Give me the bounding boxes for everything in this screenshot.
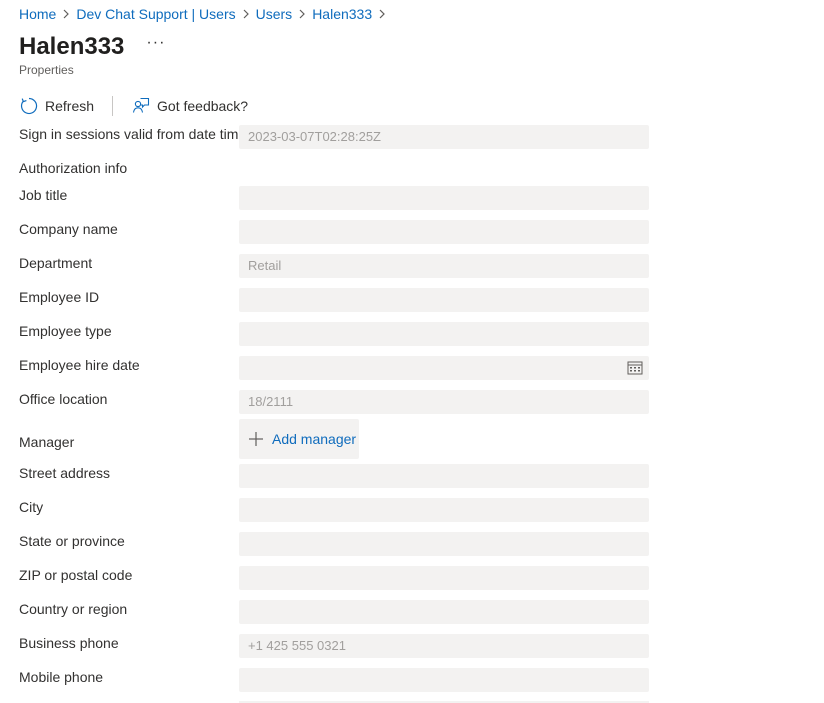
manager-label: Manager <box>19 434 75 450</box>
state-field[interactable] <box>239 532 649 556</box>
breadcrumb-user[interactable]: Halen333 <box>312 6 372 22</box>
job-title-field[interactable] <box>239 186 649 210</box>
zip-label: ZIP or postal code <box>19 567 133 583</box>
add-manager-button[interactable]: Add manager <box>239 419 359 459</box>
feedback-icon <box>132 97 150 113</box>
office-location-field[interactable]: 18/2111 <box>239 390 649 414</box>
breadcrumb-users[interactable]: Users <box>256 6 293 22</box>
mobile-phone-label: Mobile phone <box>19 669 104 685</box>
calendar-icon[interactable] <box>627 360 643 376</box>
office-location-label: Office location <box>19 391 108 407</box>
breadcrumb-home[interactable]: Home <box>19 6 56 22</box>
sign-in-sessions-field: 2023-03-07T02:28:25Z <box>239 125 649 149</box>
employee-type-label: Employee type <box>19 323 112 339</box>
refresh-label: Refresh <box>45 98 95 114</box>
refresh-icon <box>20 97 38 115</box>
chevron-right-icon <box>236 4 256 24</box>
city-label: City <box>19 499 44 515</box>
command-bar: Refresh Got feedback? <box>19 92 248 120</box>
street-address-label: Street address <box>19 465 111 481</box>
company-name-field[interactable] <box>239 220 649 244</box>
employee-hire-date-label: Employee hire date <box>19 357 140 373</box>
employee-id-label: Employee ID <box>19 289 100 305</box>
zip-field[interactable] <box>239 566 649 590</box>
authorization-info-label: Authorization info <box>19 160 128 176</box>
employee-type-field[interactable] <box>239 322 649 346</box>
chevron-right-icon <box>372 4 392 24</box>
more-options-button[interactable]: ··· <box>146 34 165 52</box>
breadcrumb-tenant[interactable]: Dev Chat Support | Users <box>76 6 235 22</box>
refresh-button[interactable]: Refresh <box>19 96 94 116</box>
country-label: Country or region <box>19 601 128 617</box>
mobile-phone-field[interactable] <box>239 668 649 692</box>
add-manager-label: Add manager <box>272 431 357 447</box>
breadcrumb: Home Dev Chat Support | Users Users Hale… <box>19 4 392 24</box>
page-title: Halen333 <box>19 33 125 60</box>
sign-in-sessions-label: Sign in sessions valid from date time <box>19 126 247 142</box>
department-field[interactable]: Retail <box>239 254 649 278</box>
street-address-field[interactable] <box>239 464 649 488</box>
country-field[interactable] <box>239 600 649 624</box>
title-row: Halen333 ··· <box>19 31 165 63</box>
business-phone-label: Business phone <box>19 635 119 651</box>
chevron-right-icon <box>56 4 76 24</box>
business-phone-field[interactable]: +1 425 555 0321 <box>239 634 649 658</box>
page-subtitle: Properties <box>19 63 74 77</box>
state-label: State or province <box>19 533 125 549</box>
department-label: Department <box>19 255 93 271</box>
feedback-button[interactable]: Got feedback? <box>131 96 248 116</box>
city-field[interactable] <box>239 498 649 522</box>
plus-icon <box>249 432 263 446</box>
company-name-label: Company name <box>19 221 118 237</box>
employee-id-field[interactable] <box>239 288 649 312</box>
chevron-right-icon <box>292 4 312 24</box>
feedback-label: Got feedback? <box>157 98 249 114</box>
employee-hire-date-field[interactable] <box>239 356 649 380</box>
job-title-label: Job title <box>19 187 68 203</box>
toolbar-divider <box>112 96 114 116</box>
